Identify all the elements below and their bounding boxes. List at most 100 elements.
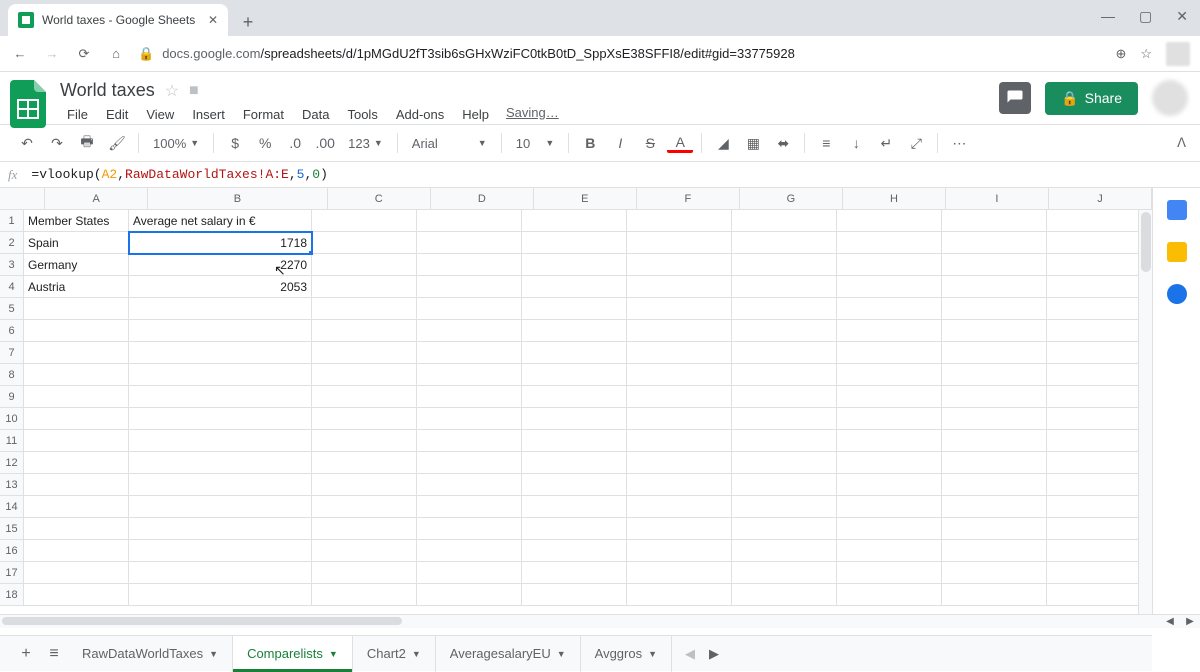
add-sheet-button[interactable]: + (12, 640, 40, 668)
cell-A16[interactable] (24, 540, 129, 562)
cell-A9[interactable] (24, 386, 129, 408)
cell-C10[interactable] (312, 408, 417, 430)
cell-E15[interactable] (522, 518, 627, 540)
comments-button[interactable] (999, 82, 1031, 114)
cell-I8[interactable] (942, 364, 1047, 386)
window-minimize-icon[interactable]: — (1101, 8, 1115, 25)
menu-help[interactable]: Help (455, 105, 496, 124)
cell-J3[interactable] (1047, 254, 1152, 276)
cell-B5[interactable] (129, 298, 312, 320)
menu-edit[interactable]: Edit (99, 105, 135, 124)
cell-B17[interactable] (129, 562, 312, 584)
cell-E2[interactable] (522, 232, 627, 254)
horizontal-scrollbar[interactable] (0, 615, 440, 629)
star-icon[interactable]: ☆ (165, 81, 179, 101)
sheet-tab-menu-icon[interactable]: ▼ (557, 649, 566, 659)
col-header[interactable]: J (1049, 188, 1152, 209)
cell-F6[interactable] (627, 320, 732, 342)
cell-C9[interactable] (312, 386, 417, 408)
cell-E5[interactable] (522, 298, 627, 320)
sheet-tab[interactable]: Avggros▼ (581, 636, 672, 672)
cell-I6[interactable] (942, 320, 1047, 342)
cell-H8[interactable] (837, 364, 942, 386)
cell-B18[interactable] (129, 584, 312, 606)
valign-button[interactable]: ↓ (843, 130, 869, 156)
row-header[interactable]: 7 (0, 342, 23, 364)
col-header[interactable]: A (45, 188, 148, 209)
cell-D12[interactable] (417, 452, 522, 474)
undo-button[interactable]: ↶ (14, 130, 40, 156)
cell-E16[interactable] (522, 540, 627, 562)
cell-I14[interactable] (942, 496, 1047, 518)
document-title[interactable]: World taxes (60, 80, 155, 101)
formula-bar[interactable]: fx =vlookup(A2,RawDataWorldTaxes!A:E,5,0… (0, 162, 1200, 188)
cell-F2[interactable] (627, 232, 732, 254)
cell-F15[interactable] (627, 518, 732, 540)
cell-C15[interactable] (312, 518, 417, 540)
cell-J4[interactable] (1047, 276, 1152, 298)
cell-E14[interactable] (522, 496, 627, 518)
cell-E9[interactable] (522, 386, 627, 408)
cell-G10[interactable] (732, 408, 837, 430)
cell-F4[interactable] (627, 276, 732, 298)
sheets-logo-icon[interactable] (10, 80, 50, 120)
cell-G18[interactable] (732, 584, 837, 606)
more-button[interactable]: ⋯ (946, 130, 972, 156)
cell-G4[interactable] (732, 276, 837, 298)
cell-D8[interactable] (417, 364, 522, 386)
cell-C5[interactable] (312, 298, 417, 320)
cell-E17[interactable] (522, 562, 627, 584)
menu-data[interactable]: Data (295, 105, 336, 124)
currency-button[interactable]: $ (222, 130, 248, 156)
redo-button[interactable]: ↷ (44, 130, 70, 156)
cell-H4[interactable] (837, 276, 942, 298)
cell-F3[interactable] (627, 254, 732, 276)
sheet-tab[interactable]: AveragesalaryEU▼ (436, 636, 581, 672)
cell-A5[interactable] (24, 298, 129, 320)
cell-B6[interactable] (129, 320, 312, 342)
cell-I17[interactable] (942, 562, 1047, 584)
cell-H7[interactable] (837, 342, 942, 364)
font-select[interactable]: Arial▼ (406, 136, 493, 151)
print-button[interactable]: 🖶 (74, 130, 100, 156)
cell-A11[interactable] (24, 430, 129, 452)
increase-decimal-button[interactable]: .00 (312, 130, 338, 156)
cell-C4[interactable] (312, 276, 417, 298)
menu-file[interactable]: File (60, 105, 95, 124)
cell-C13[interactable] (312, 474, 417, 496)
sheet-nav-right[interactable]: ▶ (704, 646, 724, 662)
cell-J14[interactable] (1047, 496, 1152, 518)
sheet-tab-menu-icon[interactable]: ▼ (648, 649, 657, 659)
cell-I2[interactable] (942, 232, 1047, 254)
cell-A18[interactable] (24, 584, 129, 606)
cell-H2[interactable] (837, 232, 942, 254)
cell-H5[interactable] (837, 298, 942, 320)
formula-input[interactable]: =vlookup(A2,RawDataWorldTaxes!A:E,5,0) (31, 167, 328, 182)
cell-I12[interactable] (942, 452, 1047, 474)
cell-J9[interactable] (1047, 386, 1152, 408)
cell-E13[interactable] (522, 474, 627, 496)
paint-format-button[interactable]: 🖌 (104, 130, 130, 156)
reload-button[interactable]: ⟳ (74, 44, 94, 64)
cell-G15[interactable] (732, 518, 837, 540)
cell-E3[interactable] (522, 254, 627, 276)
spreadsheet-grid[interactable]: A B C D E F G H I J 12345678910111213141… (0, 188, 1152, 614)
cell-F9[interactable] (627, 386, 732, 408)
cell-D2[interactable] (417, 232, 522, 254)
cell-B15[interactable] (129, 518, 312, 540)
row-header[interactable]: 16 (0, 540, 23, 562)
cell-F18[interactable] (627, 584, 732, 606)
rotate-button[interactable]: ⤢ (903, 130, 929, 156)
cell-A6[interactable] (24, 320, 129, 342)
cell-I4[interactable] (942, 276, 1047, 298)
cell-C18[interactable] (312, 584, 417, 606)
cell-A4[interactable]: Austria (24, 276, 129, 298)
number-format-select[interactable]: 123▼ (342, 136, 389, 151)
cell-G7[interactable] (732, 342, 837, 364)
cell-A12[interactable] (24, 452, 129, 474)
cell-B16[interactable] (129, 540, 312, 562)
row-header[interactable]: 3 (0, 254, 23, 276)
row-header[interactable]: 14 (0, 496, 23, 518)
cell-H9[interactable] (837, 386, 942, 408)
col-header[interactable]: I (946, 188, 1049, 209)
